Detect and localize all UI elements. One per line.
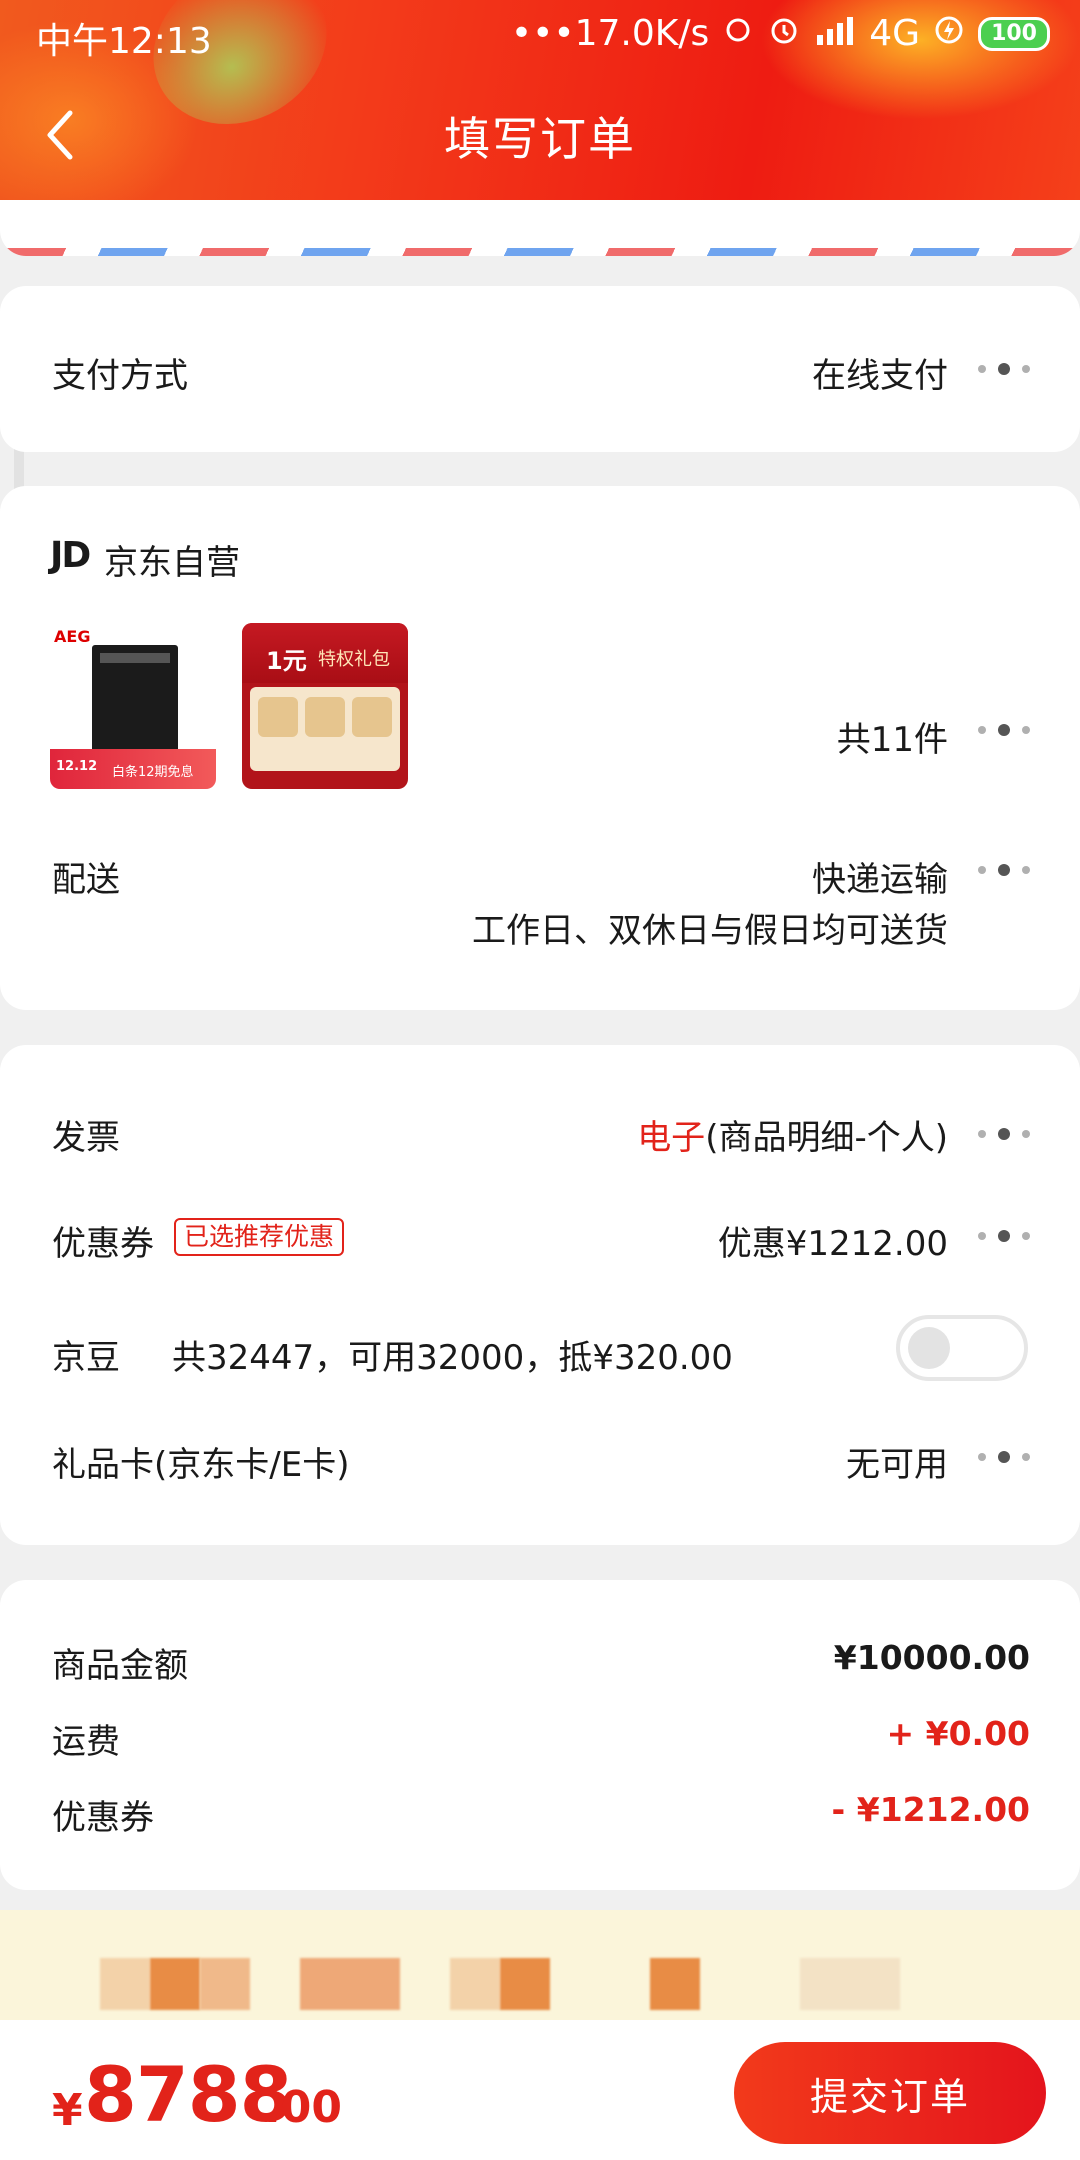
summary-coupon-label: 优惠券 [52,1798,154,1838]
gift-title: 1元 [266,647,307,675]
gift-icon [305,697,345,737]
signal-icon [815,13,855,54]
invoice-label: 发票 [52,1118,120,1158]
shipping-label: 运费 [52,1722,120,1762]
product-thumbnail[interactable]: 1元 特权礼包 [242,623,408,789]
brand-logo: AEG [54,627,91,646]
status-bar: 中午12:13 •••17.0K/s 4G 100 [0,0,1080,70]
blurred-content [100,1958,150,2010]
invoice-value[interactable]: 电子(商品明细-个人) [637,1110,948,1159]
gift-body [250,687,400,771]
jd-logo: JD [50,535,91,576]
shipping-value: + ¥0.00 [886,1714,1030,1753]
blurred-content [650,1958,700,2010]
store-name: 京东自营 [104,543,240,583]
total-amount: 8788 [84,2050,293,2139]
invoice-type: 电子 [637,1118,706,1158]
status-time: 中午12:13 [36,21,212,62]
dishwasher-panel [100,653,170,663]
summary-coupon-value: - ¥1212.00 [831,1790,1030,1829]
delivery-label: 配送 [52,860,120,900]
invoice-detail: (商品明细-个人) [705,1118,948,1158]
promo-text: 白条12期免息 [112,765,194,780]
airmail-border [0,248,1080,256]
promo-banner[interactable] [0,1910,1080,2020]
gift-subtitle: 特权礼包 [318,649,390,670]
more-icon [978,1230,1030,1242]
product-thumbnail[interactable]: AEG 12.12 白条12期免息 [50,623,216,789]
submit-order-button[interactable]: 提交订单 [734,2042,1046,2144]
coupon-value[interactable]: 优惠¥1212.00 [718,1216,948,1265]
more-icon [978,1128,1030,1140]
header: 中午12:13 •••17.0K/s 4G 100 填写订单 [0,0,1080,200]
jingdou-toggle[interactable] [896,1315,1028,1381]
network-type: 4G [869,13,921,54]
giftcard-label: 礼品卡(京东卡/E卡) [52,1445,350,1485]
delivery-note: 工作日、双休日与假日均可送货 [472,911,948,951]
gift-icon [352,697,392,737]
jingdou-value: 共32447，可用32000，抵¥320.00 [172,1338,733,1378]
checkout-bar: ¥ 8788 .00 提交订单 [0,2020,1080,2160]
gift-icon [258,697,298,737]
promo-strip: 12.12 白条12期免息 [50,749,216,789]
payment-label: 支付方式 [52,356,188,396]
battery-icon: 100 [978,16,1050,51]
blurred-content [800,1958,900,2010]
more-icon [978,864,1030,876]
jingdou-label: 京豆 [52,1338,120,1378]
page-title: 填写订单 [444,112,636,166]
item-count[interactable]: 共11件 [837,712,948,761]
more-icon [978,1451,1030,1463]
payment-value: 在线支付 [812,356,948,396]
charging-icon [934,13,964,54]
gift-header: 1元 特权礼包 [242,623,408,683]
address-card[interactable] [0,200,1080,256]
blurred-content [450,1958,500,2010]
promo-badge: 12.12 [56,759,98,774]
more-icon [978,363,1030,375]
blurred-content [200,1958,250,2010]
delivery-value[interactable]: 快递运输 [812,852,948,901]
coupon-label: 优惠券 [52,1224,154,1264]
network-speed: •••17.0K/s [510,13,710,54]
coupon-tag: 已选推荐优惠 [174,1218,345,1256]
goods-amount-value: ¥10000.00 [833,1638,1030,1677]
more-icon [978,724,1030,736]
blurred-content [150,1958,200,2010]
toggle-knob [908,1327,950,1369]
sync-icon [723,13,753,54]
goods-amount-label: 商品金额 [52,1646,188,1686]
giftcard-value[interactable]: 无可用 [846,1437,948,1486]
total-decimals: .00 [264,2082,342,2133]
alarm-icon [767,12,801,55]
currency-symbol: ¥ [52,2085,83,2136]
blurred-content [300,1958,400,2010]
blurred-content [500,1958,550,2010]
payment-card[interactable]: 支付方式 在线支付 [0,286,1080,452]
status-icons: •••17.0K/s 4G 100 [511,12,1050,55]
